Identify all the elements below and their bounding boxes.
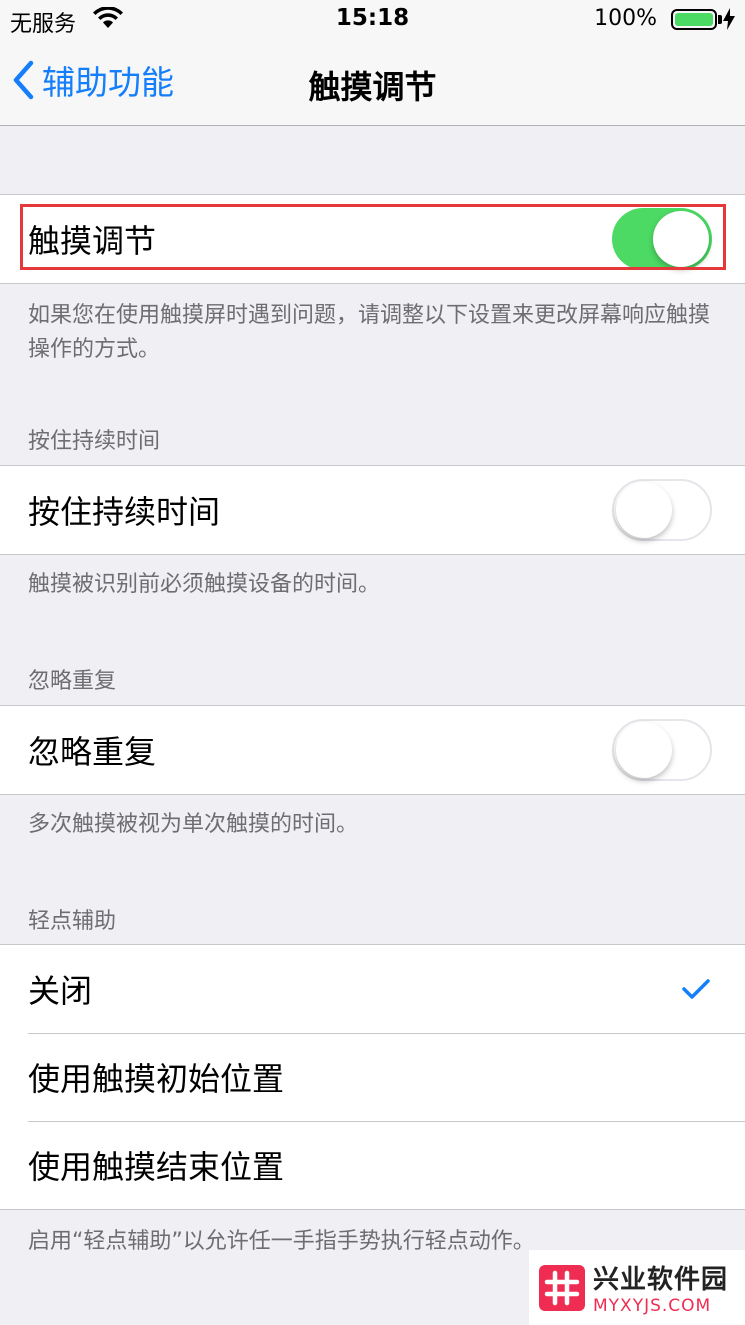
ignore-repeat-row: 忽略重复 — [0, 706, 745, 794]
charging-bolt-icon — [723, 8, 735, 30]
hold-duration-label: 按住持续时间 — [28, 493, 221, 531]
ignore-repeat-group: 忽略重复 — [0, 705, 745, 795]
ignore-repeat-footer: 多次触摸被视为单次触摸的时间。 — [28, 812, 359, 837]
watermark-title: 兴业软件园 — [593, 1265, 729, 1295]
battery-nub — [718, 15, 722, 24]
hold-duration-group: 按住持续时间 — [0, 465, 745, 555]
page-title: 触摸调节 — [308, 68, 437, 106]
hold-duration-footer: 触摸被识别前必须触摸设备的时间。 — [28, 572, 381, 597]
battery-icon — [671, 9, 717, 30]
watermark-url: MYXYJS.COM — [593, 1296, 712, 1316]
tap-assistance-header: 轻点辅助 — [28, 909, 117, 934]
navigation-bar: 辅助功能 触摸调节 — [0, 38, 745, 126]
option-label: 使用触摸初始位置 — [28, 1060, 285, 1098]
tap-assistance-option-off[interactable]: 关闭 — [0, 945, 745, 1033]
tap-assistance-option-final[interactable]: 使用触摸结束位置 — [0, 1121, 745, 1209]
touch-accommodations-footer: 如果您在使用触摸屏时遇到问题，请调整以下设置来更改屏幕响应触摸操作的方式。 — [28, 303, 711, 362]
touch-accommodations-toggle[interactable] — [612, 208, 712, 270]
tap-assistance-option-initial[interactable]: 使用触摸初始位置 — [0, 1033, 745, 1121]
touch-accommodations-row: 触摸调节 — [0, 195, 745, 283]
checkmark-icon — [682, 979, 710, 999]
touch-accommodations-label: 触摸调节 — [28, 222, 157, 260]
touch-accommodations-group: 触摸调节 — [0, 194, 745, 284]
watermark-logo-icon — [539, 1264, 585, 1311]
hold-duration-header: 按住持续时间 — [28, 429, 161, 454]
option-label: 使用触摸结束位置 — [28, 1148, 285, 1186]
hold-duration-row: 按住持续时间 — [0, 466, 745, 554]
ignore-repeat-label: 忽略重复 — [28, 733, 157, 771]
option-label: 关闭 — [28, 972, 93, 1010]
ignore-repeat-toggle[interactable] — [612, 719, 712, 781]
tap-assistance-group: 关闭 使用触摸初始位置 使用触摸结束位置 — [0, 944, 745, 1210]
watermark: 兴业软件园 MYXYJS.COM — [529, 1250, 745, 1325]
hold-duration-toggle[interactable] — [612, 479, 712, 541]
status-bar: 无服务 15:18 100% — [0, 0, 745, 38]
battery-percent: 100% — [594, 6, 657, 31]
ignore-repeat-header: 忽略重复 — [28, 669, 117, 694]
